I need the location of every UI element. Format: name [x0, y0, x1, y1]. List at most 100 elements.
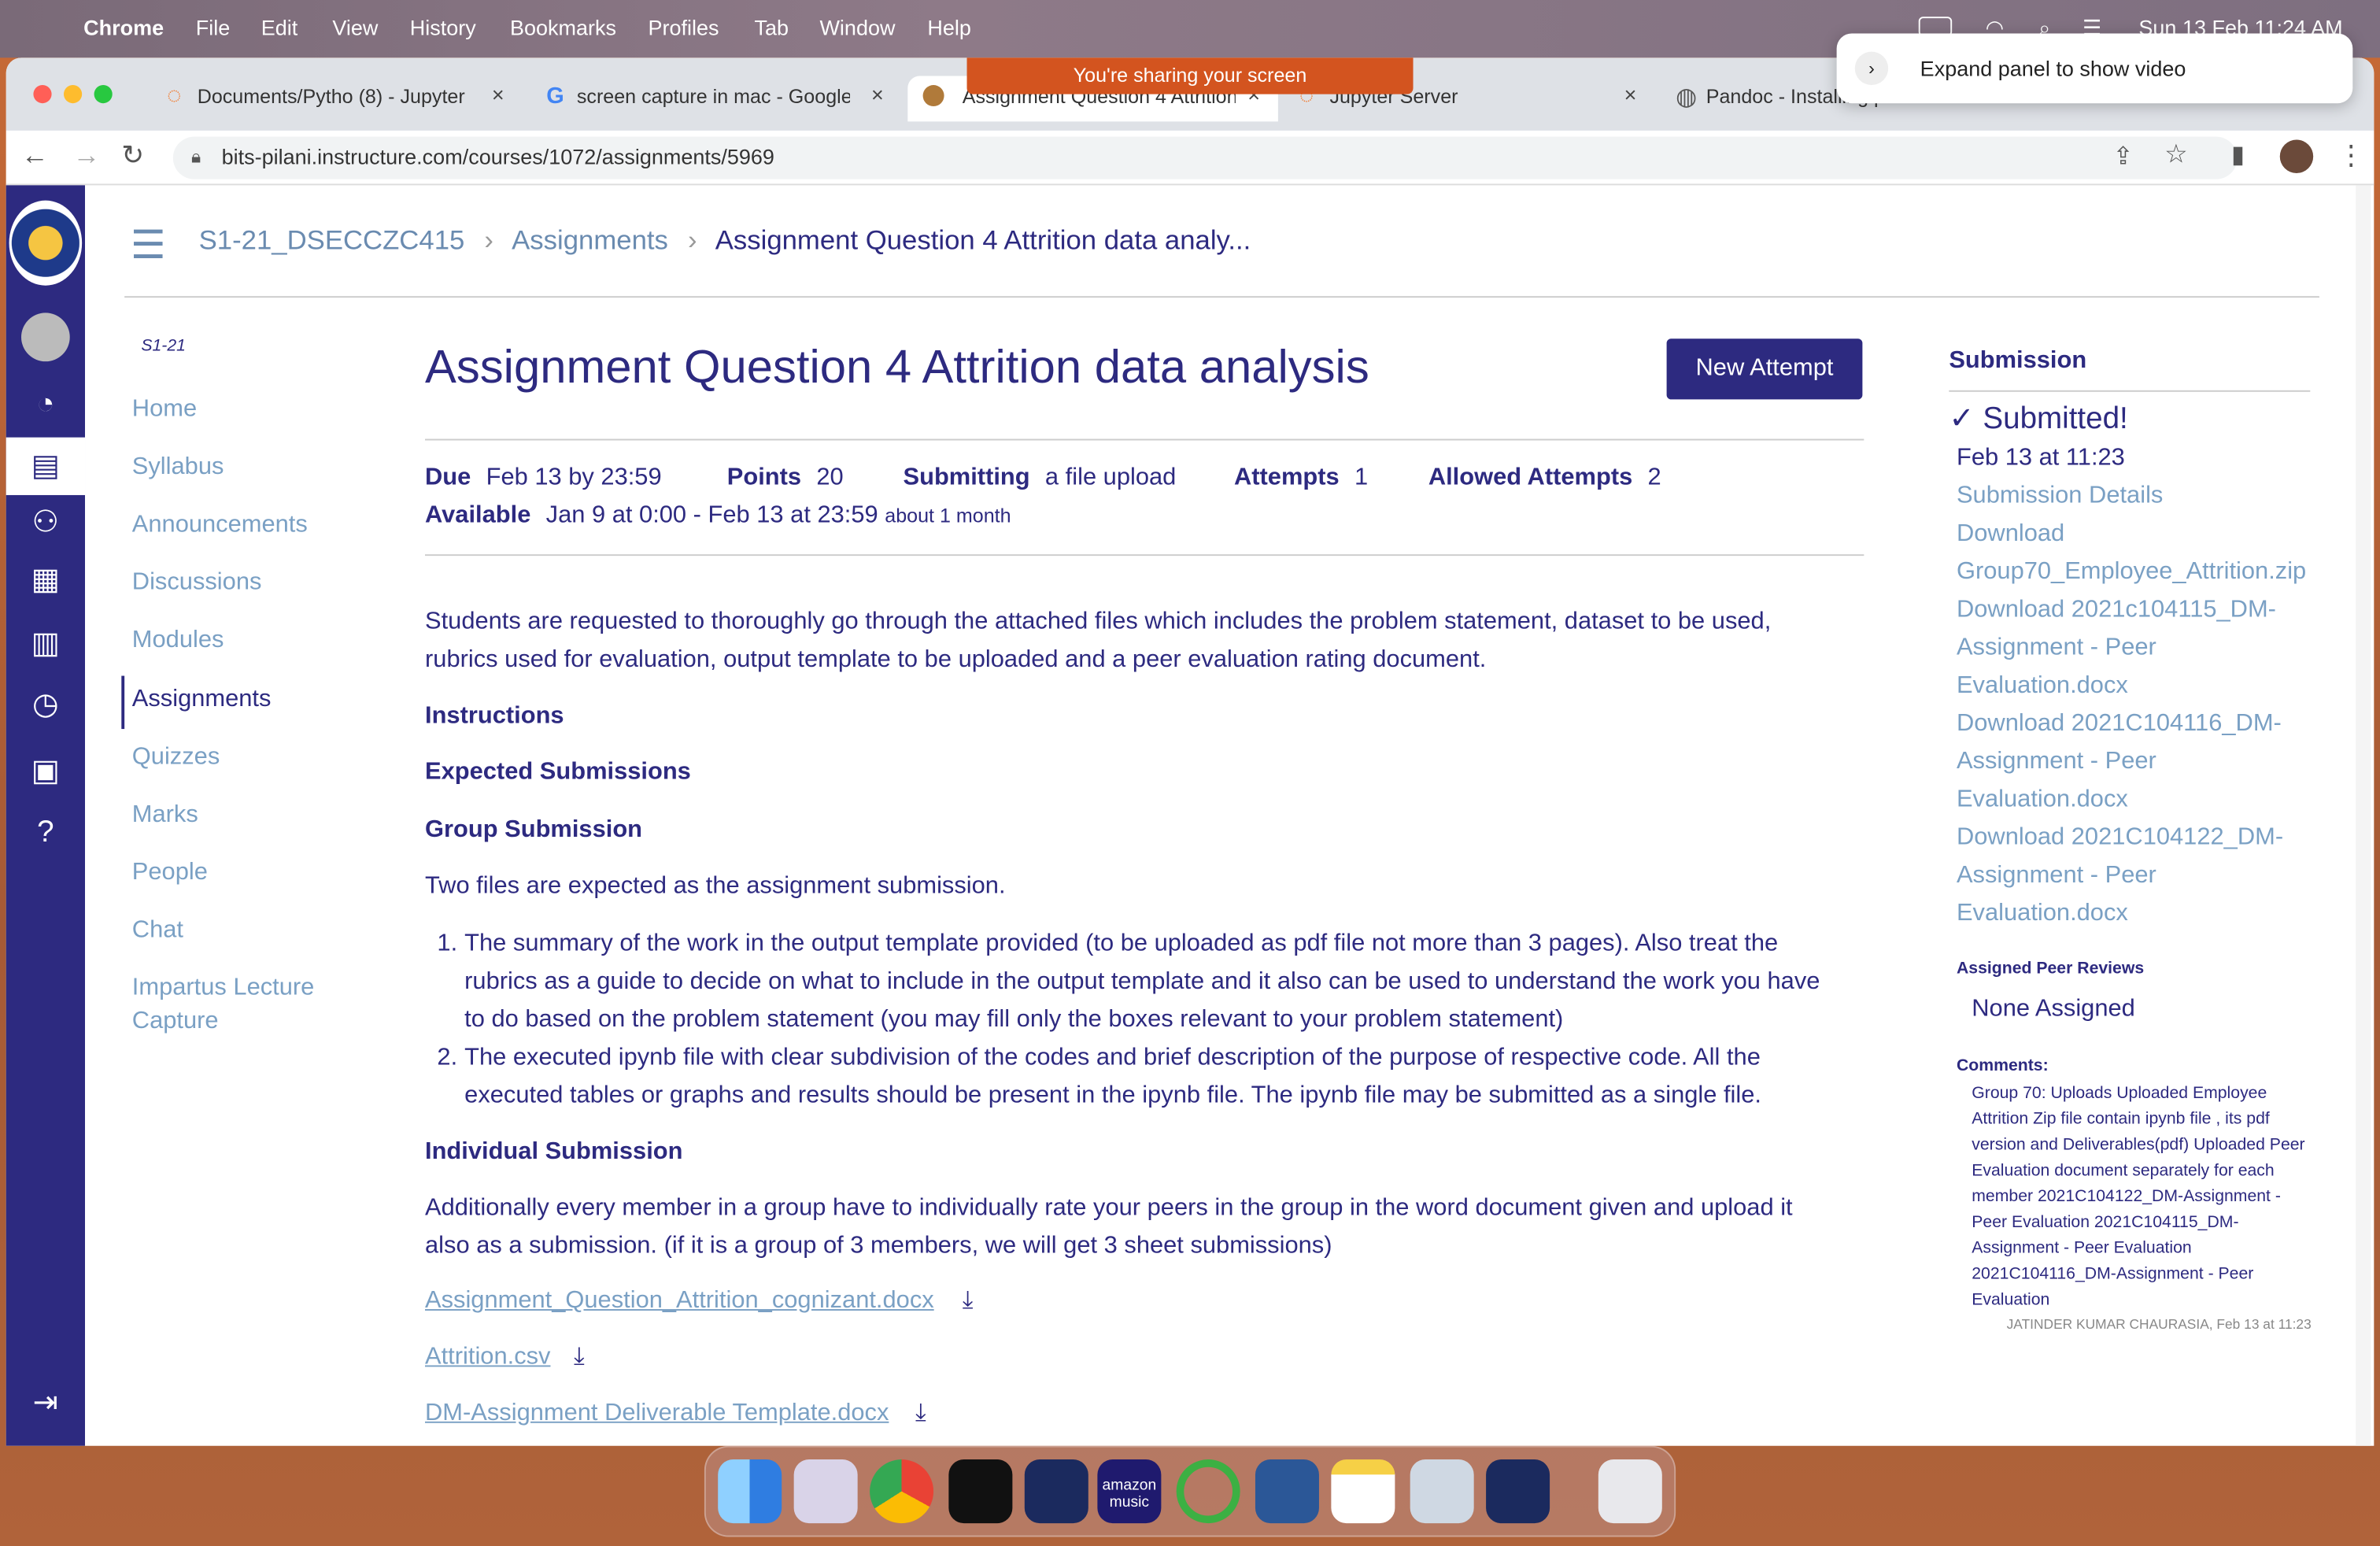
menu-window[interactable]: Window: [819, 15, 895, 39]
course-nav-chat[interactable]: Chat: [132, 917, 183, 945]
download-link[interactable]: Assignment - Peer: [1957, 749, 2156, 776]
menu-view[interactable]: View: [332, 15, 378, 39]
activity-icon[interactable]: [1176, 1459, 1240, 1524]
tab-jupyter-docs[interactable]: ◌ Documents/Pytho (8) - Jupyter ×: [158, 76, 523, 121]
back-icon[interactable]: ←: [21, 139, 49, 172]
file-link-cognizant[interactable]: Assignment_Question_Attrition_cognizant.…: [425, 1288, 934, 1315]
course-nav-modules[interactable]: Modules: [132, 627, 224, 655]
submission-details-link[interactable]: Submission Details: [1957, 483, 2163, 511]
download-link[interactable]: Download 2021C104122_DM-: [1957, 825, 2283, 853]
download-link[interactable]: Download: [1957, 521, 2064, 549]
finder-icon[interactable]: [718, 1459, 782, 1524]
course-nav-marks[interactable]: Marks: [132, 802, 198, 830]
scrollbar[interactable]: [2356, 185, 2371, 1446]
course-nav-quizzes[interactable]: Quizzes: [132, 744, 220, 771]
preview-icon[interactable]: [1410, 1459, 1474, 1524]
list-marker: 2.: [437, 1045, 458, 1071]
kebab-menu-icon[interactable]: ⋮: [2338, 139, 2365, 172]
menu-profiles[interactable]: Profiles: [649, 15, 719, 39]
webex-meetings-icon[interactable]: [1486, 1459, 1550, 1524]
course-nav-people[interactable]: People: [132, 860, 208, 887]
breadcrumb-assignments[interactable]: Assignments: [512, 225, 668, 256]
tab-google-search[interactable]: G screen capture in mac - Google ×: [538, 76, 902, 121]
tab-close-icon[interactable]: ×: [492, 82, 504, 106]
divider: [1949, 390, 2311, 392]
video-notification[interactable]: › Expand panel to show video: [1836, 33, 2353, 104]
chevron-right-icon[interactable]: ›: [1854, 51, 1889, 86]
breadcrumb: S1-21_DSECCZC415 › Assignments › Assignm…: [198, 224, 1251, 256]
launchpad-icon[interactable]: [793, 1459, 858, 1524]
download-link[interactable]: Assignment - Peer: [1957, 634, 2156, 662]
download-link[interactable]: Evaluation.docx: [1957, 673, 2128, 701]
menu-tab[interactable]: Tab: [755, 15, 789, 39]
collapse-nav-icon[interactable]: ⇥: [21, 1379, 70, 1428]
reload-icon[interactable]: ↻: [121, 139, 144, 172]
webex-icon[interactable]: [1024, 1459, 1088, 1524]
download-link[interactable]: Assignment - Peer: [1957, 863, 2156, 890]
side-panel-icon[interactable]: ▮: [2231, 139, 2245, 170]
course-nav-syllabus[interactable]: Syllabus: [132, 454, 224, 482]
commons-icon[interactable]: ▣: [21, 747, 70, 796]
tab-close-icon[interactable]: ×: [871, 82, 884, 106]
notes-icon[interactable]: [1331, 1459, 1395, 1524]
word-icon[interactable]: [1255, 1459, 1319, 1524]
term-label: S1-21: [141, 337, 186, 356]
chrome-icon[interactable]: [870, 1459, 934, 1524]
download-link[interactable]: Download 2021c104115_DM-: [1957, 597, 2276, 624]
forward-icon[interactable]: →: [73, 139, 101, 172]
terminal-icon[interactable]: [948, 1459, 1013, 1524]
calendar-icon[interactable]: ▦: [21, 556, 70, 605]
course-nav-discussions[interactable]: Discussions: [132, 569, 262, 597]
account-icon[interactable]: [21, 313, 70, 362]
breadcrumb-current: Assignment Question 4 Attrition data ana…: [715, 224, 1251, 256]
submission-heading: Submission: [1949, 347, 2087, 374]
download-link[interactable]: Evaluation.docx: [1957, 786, 2128, 814]
address-bar[interactable]: 🔒︎ bits-pilani.instructure.com/courses/1…: [172, 136, 2238, 179]
amazon-music-icon[interactable]: amazon music: [1097, 1459, 1162, 1524]
trash-icon[interactable]: [1598, 1459, 1662, 1524]
lock-icon: 🔒︎: [191, 146, 201, 168]
bits-logo[interactable]: [9, 200, 83, 286]
menu-history[interactable]: History: [410, 15, 476, 39]
menu-edit[interactable]: Edit: [261, 15, 298, 39]
close-window-button[interactable]: [33, 85, 52, 104]
menu-app[interactable]: Chrome: [83, 15, 164, 39]
new-attempt-button[interactable]: New Attempt: [1666, 338, 1863, 400]
download-link[interactable]: Download 2021C104116_DM-: [1957, 711, 2282, 738]
course-nav-impartus-line2[interactable]: Capture: [132, 1008, 219, 1036]
download-icon[interactable]: ⤓: [574, 1344, 585, 1371]
courses-icon[interactable]: ▤: [6, 437, 86, 495]
course-nav-assignments[interactable]: Assignments: [132, 686, 272, 714]
heading-expected: Expected Submissions: [425, 759, 691, 786]
file-link-attrition-csv[interactable]: Attrition.csv: [425, 1344, 550, 1371]
comments-heading: Comments:: [1956, 1056, 2049, 1075]
two-files-text: Two files are expected as the assignment…: [425, 873, 1006, 900]
inbox-icon[interactable]: ▥: [21, 620, 70, 668]
notification-text: Expand panel to show video: [1920, 56, 2186, 81]
course-nav-home[interactable]: Home: [132, 397, 197, 424]
course-nav-announcements[interactable]: Announcements: [132, 512, 308, 539]
download-link[interactable]: Evaluation.docx: [1957, 901, 2128, 928]
minimize-window-button[interactable]: [64, 85, 83, 104]
menu-bookmarks[interactable]: Bookmarks: [510, 15, 616, 39]
history-icon[interactable]: ◷: [21, 680, 70, 729]
download-icon[interactable]: ⤓: [963, 1288, 974, 1315]
menu-file[interactable]: File: [196, 15, 231, 39]
file-link-template[interactable]: DM-Assignment Deliverable Template.docx: [425, 1400, 889, 1428]
download-icon[interactable]: ⤓: [915, 1400, 926, 1428]
download-link[interactable]: Group70_Employee_Attrition.zip: [1957, 559, 2306, 586]
zoom-window-button[interactable]: [94, 85, 113, 104]
course-nav-impartus[interactable]: Impartus Lecture: [132, 975, 315, 1003]
check-icon: ✓: [1949, 402, 1975, 436]
help-icon[interactable]: ?: [21, 808, 70, 856]
groups-icon[interactable]: ⚇: [21, 498, 70, 547]
breadcrumb-course[interactable]: S1-21_DSECCZC415: [199, 225, 465, 256]
comment-text: Group 70: Uploads Uploaded Employee Attr…: [1972, 1084, 2305, 1310]
bookmark-star-icon[interactable]: ☆: [2164, 139, 2187, 170]
menu-help[interactable]: Help: [927, 15, 971, 39]
dashboard-icon[interactable]: ◔: [21, 379, 70, 428]
tab-close-icon[interactable]: ×: [1624, 82, 1637, 106]
screen-sharing-banner[interactable]: You're sharing your screen: [966, 57, 1414, 94]
share-icon[interactable]: ⇪: [2113, 141, 2134, 172]
profile-avatar[interactable]: [2279, 139, 2314, 173]
